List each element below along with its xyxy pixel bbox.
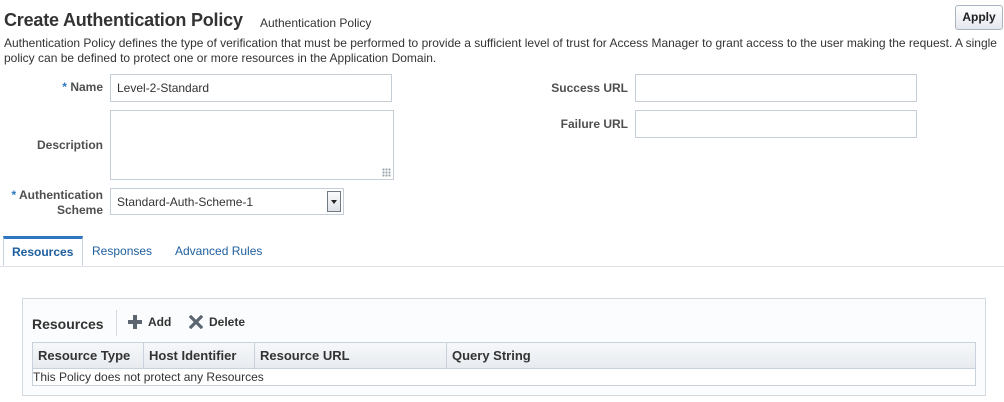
auth-scheme-label-line1: Authentication xyxy=(19,188,103,202)
required-indicator: * xyxy=(11,188,17,202)
empty-table-message: This Policy does not protect any Resourc… xyxy=(33,370,264,384)
delete-resource-button[interactable]: Delete xyxy=(189,315,245,329)
resources-table: Resource Type Host Identifier Resource U… xyxy=(32,342,976,386)
tab-resources[interactable]: Resources xyxy=(3,236,83,266)
success-url-label: Success URL xyxy=(551,81,628,95)
column-header-host-identifier[interactable]: Host Identifier xyxy=(144,343,255,368)
tab-divider xyxy=(0,266,1004,267)
column-header-resource-url[interactable]: Resource URL xyxy=(255,343,447,368)
failure-url-label: Failure URL xyxy=(560,117,628,131)
name-label: Name xyxy=(70,80,103,94)
auth-scheme-label-line2: Scheme xyxy=(56,203,103,217)
policy-description-text: Authentication Policy defines the type o… xyxy=(4,36,997,65)
add-resource-button[interactable]: Add xyxy=(128,315,171,329)
plus-icon xyxy=(128,315,142,329)
name-field[interactable] xyxy=(110,74,392,102)
auth-scheme-label-group: * Authentication Scheme xyxy=(4,188,103,218)
table-header: Resource Type Host Identifier Resource U… xyxy=(33,343,975,369)
description-label: Description xyxy=(36,138,103,152)
required-indicator: * xyxy=(62,80,67,94)
auth-scheme-select[interactable]: Standard-Auth-Scheme-1 xyxy=(110,188,344,215)
column-header-resource-type[interactable]: Resource Type xyxy=(33,343,144,368)
description-textarea[interactable] xyxy=(110,110,394,180)
page-title: Create Authentication Policy xyxy=(4,10,243,30)
chevron-down-icon[interactable] xyxy=(327,191,341,212)
failure-url-field[interactable] xyxy=(635,110,917,138)
column-header-query-string[interactable]: Query String xyxy=(447,343,975,368)
resources-title: Resources xyxy=(32,316,104,332)
tab-advanced-rules[interactable]: Advanced Rules xyxy=(167,236,270,266)
tab-responses[interactable]: Responses xyxy=(84,236,160,266)
delete-x-icon xyxy=(189,315,203,329)
auth-scheme-value: Standard-Auth-Scheme-1 xyxy=(117,195,254,209)
add-label: Add xyxy=(148,315,172,329)
toolbar-separator xyxy=(116,310,117,336)
delete-label: Delete xyxy=(209,315,246,329)
resize-grip-icon[interactable] xyxy=(382,168,391,177)
success-url-field[interactable] xyxy=(635,74,917,102)
name-label-group: * Name xyxy=(40,80,103,94)
page-subtitle: Authentication Policy xyxy=(260,16,372,30)
apply-button[interactable]: Apply xyxy=(955,5,1003,30)
